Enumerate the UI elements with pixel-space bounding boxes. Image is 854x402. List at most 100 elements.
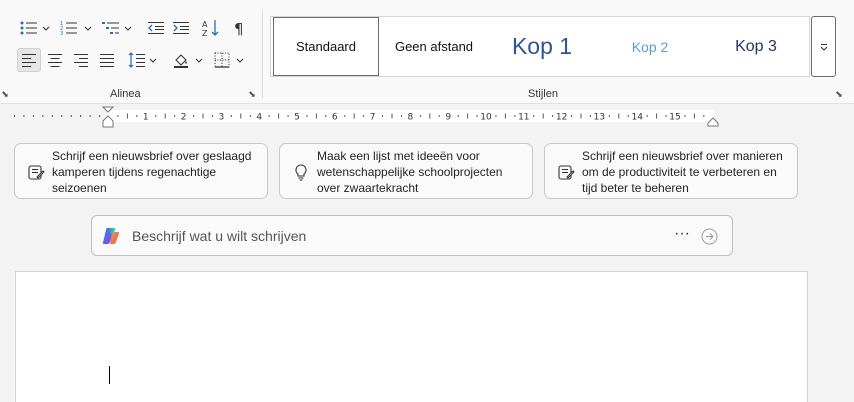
numbering-button[interactable]: 123 xyxy=(58,16,80,40)
numbering-dropdown[interactable] xyxy=(83,16,93,40)
borders-dropdown[interactable] xyxy=(235,48,245,72)
align-right-icon xyxy=(74,54,88,67)
ruler-number: 8 xyxy=(408,113,414,123)
stijlen-group-label: Stijlen xyxy=(528,88,558,100)
svg-text:Z: Z xyxy=(202,29,208,38)
ruler-tick xyxy=(382,115,384,117)
expand-gallery-icon xyxy=(820,43,827,51)
style-kop-3[interactable]: Kop 3 xyxy=(703,17,809,76)
suggestion-text: Maak een lijst met ideeën voor wetenscha… xyxy=(317,149,503,195)
style-geen-afstand[interactable]: Geen afstand xyxy=(381,17,487,76)
ruler-tick xyxy=(514,115,516,117)
more-options-button[interactable]: ··· xyxy=(672,225,692,247)
styles-more-button[interactable] xyxy=(811,16,836,77)
suggestion-card-1[interactable]: Schrijf een nieuwsbrief over geslaagd ka… xyxy=(14,143,268,199)
ruler-tick xyxy=(589,115,591,117)
increase-indent-button[interactable] xyxy=(170,16,192,40)
line-spacing-dropdown[interactable] xyxy=(148,48,158,72)
ruler-number: 3 xyxy=(219,113,225,123)
style-standaard[interactable]: Standaard xyxy=(273,17,379,76)
copilot-prompt-input[interactable] xyxy=(132,224,652,248)
ruler-number: 12 xyxy=(556,113,567,123)
suggestion-card-2[interactable]: Maak een lijst met ideeën voor wetenscha… xyxy=(279,143,533,199)
align-center-button[interactable] xyxy=(44,48,66,72)
ruler-tick xyxy=(571,115,573,117)
multilevel-list-button[interactable] xyxy=(100,16,122,40)
ruler-tick xyxy=(306,115,308,117)
ruler-tick xyxy=(363,115,365,117)
ruler-tick xyxy=(495,115,497,117)
justify-icon xyxy=(100,54,114,67)
ruler-tick xyxy=(419,115,421,117)
bullets-dropdown[interactable] xyxy=(41,16,51,40)
decrease-indent-icon xyxy=(148,22,164,34)
ruler-tick xyxy=(627,115,629,117)
ruler-tick xyxy=(608,115,610,117)
chevron-down-icon xyxy=(195,58,203,63)
ruler-tick xyxy=(287,115,289,117)
ruler-tick xyxy=(703,115,705,117)
alinea-group-launcher-icon[interactable]: ⬊ xyxy=(247,89,257,99)
bullets-button[interactable] xyxy=(18,16,40,40)
ruler-tick xyxy=(278,113,280,119)
ruler-tick xyxy=(126,113,128,119)
ruler-tick xyxy=(618,113,620,119)
ruler-tick xyxy=(155,115,157,117)
send-arrow-icon[interactable] xyxy=(701,228,718,245)
line-spacing-button[interactable] xyxy=(126,48,148,72)
ruler-tick xyxy=(552,115,554,117)
ruler-number: 9 xyxy=(445,113,451,123)
ruler-tick xyxy=(249,115,251,117)
ruler-tick xyxy=(353,113,355,119)
ruler-number: 2 xyxy=(181,113,187,123)
ruler-tick xyxy=(504,113,506,119)
text-cursor xyxy=(109,366,110,384)
pilcrow-icon: ¶ xyxy=(234,20,244,36)
styles-gallery: Standaard Geen afstand Kop 1 Kop 2 Kop 3 xyxy=(270,16,810,77)
sort-button[interactable]: AZ xyxy=(199,16,223,40)
ruler-tick xyxy=(211,115,213,117)
ruler-number: 10 xyxy=(480,113,492,123)
shading-dropdown[interactable] xyxy=(194,48,204,72)
alinea-group-label: Alinea xyxy=(110,88,141,100)
ruler-tick xyxy=(429,113,431,119)
suggestion-card-3[interactable]: Schrijf een nieuwsbrief over manieren om… xyxy=(544,143,798,199)
ruler-tick xyxy=(202,113,204,119)
ruler-tick xyxy=(684,115,686,117)
font-group-launcher-icon[interactable]: ⬊ xyxy=(0,89,10,99)
sort-icon: AZ xyxy=(202,20,219,38)
style-kop-1[interactable]: Kop 1 xyxy=(489,17,595,76)
ruler-number: 15 xyxy=(669,113,680,123)
ruler-tick xyxy=(174,115,176,117)
ruler-tick xyxy=(400,115,402,117)
ruler-tick xyxy=(344,115,346,117)
align-left-button[interactable] xyxy=(17,48,41,72)
style-kop-2[interactable]: Kop 2 xyxy=(597,17,703,76)
ruler-tick xyxy=(580,113,582,119)
ruler-tick xyxy=(315,113,317,119)
multilevel-dropdown[interactable] xyxy=(123,16,133,40)
justify-button[interactable] xyxy=(96,48,118,72)
ribbon: 123 AZ ¶ ⬊ Alinea ⬊ Standaard Geen afsta… xyxy=(0,0,854,104)
bullets-icon xyxy=(20,21,37,35)
chevron-down-icon xyxy=(42,26,50,31)
ruler-number: 14 xyxy=(631,113,643,123)
align-right-button[interactable] xyxy=(70,48,92,72)
chevron-down-icon xyxy=(149,58,157,63)
align-center-icon xyxy=(48,54,62,67)
ruler-tick xyxy=(533,115,535,117)
ruler-tick xyxy=(542,113,544,119)
shading-button[interactable] xyxy=(170,48,192,72)
horizontal-ruler[interactable]: 1 2 3 4 5 6 7 8 9 10 11 12 13 14 15 xyxy=(0,106,854,128)
stijlen-group-launcher-icon[interactable]: ⬊ xyxy=(834,89,844,99)
decrease-indent-button[interactable] xyxy=(145,16,167,40)
show-formatting-marks-button[interactable]: ¶ xyxy=(229,16,251,40)
ruler-tick xyxy=(457,115,459,117)
ruler-number: 6 xyxy=(332,113,338,123)
document-page[interactable] xyxy=(15,271,808,402)
borders-icon xyxy=(214,52,230,68)
ruler-number: 13 xyxy=(594,113,605,123)
borders-button[interactable] xyxy=(211,48,233,72)
ruler-tick xyxy=(693,113,695,119)
line-spacing-icon xyxy=(128,52,145,68)
